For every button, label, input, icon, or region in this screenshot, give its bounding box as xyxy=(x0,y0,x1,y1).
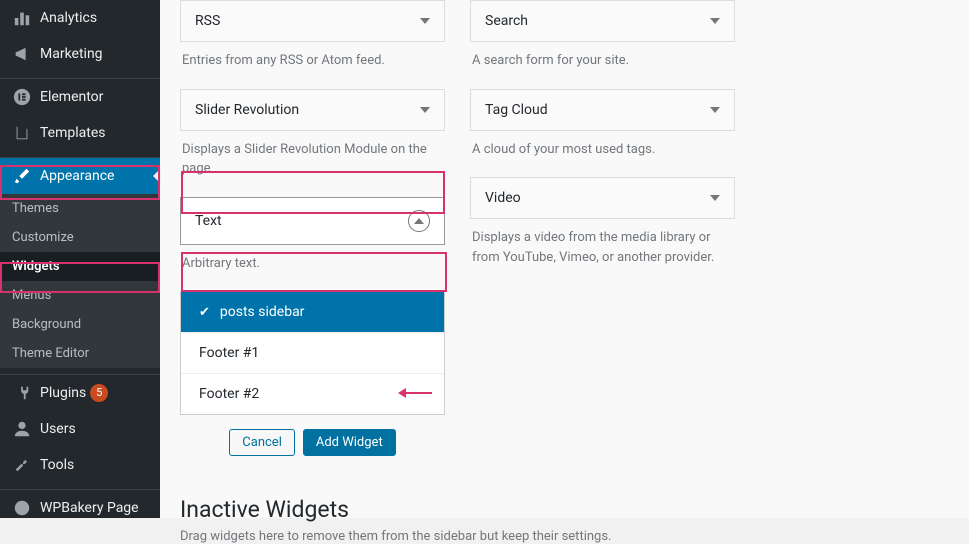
submenu-menus[interactable]: Menus xyxy=(0,281,160,310)
widget-search[interactable]: Search xyxy=(470,0,735,42)
main-content: RSS Entries from any RSS or Atom feed. S… xyxy=(160,0,969,518)
submenu-widgets[interactable]: Widgets xyxy=(0,252,160,281)
submenu-customize[interactable]: Customize xyxy=(0,223,160,252)
cancel-button[interactable]: Cancel xyxy=(229,429,295,456)
chevron-down-icon xyxy=(710,195,720,201)
inactive-widgets-title: Inactive Widgets xyxy=(180,496,949,523)
add-widget-button[interactable]: Add Widget xyxy=(303,429,396,456)
widget-slider-desc: Displays a Slider Revolution Module on t… xyxy=(180,131,445,197)
templates-icon xyxy=(12,123,32,143)
submenu-themes[interactable]: Themes xyxy=(0,194,160,223)
sidebar-item-label: Plugins xyxy=(40,385,86,401)
sidebar-item-elementor[interactable]: Elementor xyxy=(0,78,160,115)
sidebar-item-label: Marketing xyxy=(40,46,103,62)
sidebar-item-label: WPBakery Page xyxy=(40,500,139,516)
tools-icon xyxy=(12,455,32,475)
plugins-icon xyxy=(12,383,32,403)
sidebar-item-tools[interactable]: Tools xyxy=(0,447,160,483)
megaphone-icon xyxy=(12,44,32,64)
area-posts-sidebar[interactable]: posts sidebar xyxy=(181,292,444,332)
sidebar-item-label: Analytics xyxy=(40,10,97,26)
wpbakery-icon xyxy=(12,498,32,518)
area-footer-1[interactable]: Footer #1 xyxy=(181,332,444,373)
sidebar-item-label: Templates xyxy=(40,125,106,141)
sidebar-item-label: Users xyxy=(40,421,76,437)
widget-tag-cloud[interactable]: Tag Cloud xyxy=(470,89,735,131)
sidebar-item-label: Tools xyxy=(40,457,74,473)
widget-slider-revolution[interactable]: Slider Revolution xyxy=(180,89,445,131)
widget-tagcloud-desc: A cloud of your most used tags. xyxy=(470,131,735,178)
chevron-down-icon xyxy=(710,107,720,113)
widget-actions: Cancel Add Widget xyxy=(180,429,445,456)
brush-icon xyxy=(12,166,32,186)
sidebar-item-templates[interactable]: Templates xyxy=(0,115,160,151)
sidebar-item-appearance[interactable]: Appearance xyxy=(0,157,160,194)
submenu-background[interactable]: Background xyxy=(0,310,160,339)
admin-sidebar: Analytics Marketing Elementor Templates … xyxy=(0,0,160,518)
widget-text-desc: Arbitrary text. xyxy=(180,245,445,292)
chevron-down-icon xyxy=(420,18,430,24)
elementor-icon xyxy=(12,87,32,107)
appearance-submenu: Themes Customize Widgets Menus Backgroun… xyxy=(0,194,160,368)
sidebar-item-wpbakery[interactable]: WPBakery Page xyxy=(0,489,160,526)
submenu-theme-editor[interactable]: Theme Editor xyxy=(0,339,160,368)
chevron-up-icon xyxy=(408,210,430,232)
plugins-badge: 5 xyxy=(90,384,108,402)
widget-video[interactable]: Video xyxy=(470,177,735,219)
highlight-arrow xyxy=(398,388,432,398)
widget-rss[interactable]: RSS xyxy=(180,0,445,42)
analytics-icon xyxy=(12,8,32,28)
widget-search-desc: A search form for your site. xyxy=(470,42,735,89)
sidebar-item-label: Appearance xyxy=(40,168,114,184)
sidebar-item-users[interactable]: Users xyxy=(0,411,160,447)
sidebar-item-label: Elementor xyxy=(40,89,103,105)
sidebar-item-analytics[interactable]: Analytics xyxy=(0,0,160,36)
sidebar-item-marketing[interactable]: Marketing xyxy=(0,36,160,72)
users-icon xyxy=(12,419,32,439)
widget-rss-desc: Entries from any RSS or Atom feed. xyxy=(180,42,445,89)
chevron-down-icon xyxy=(420,107,430,113)
widget-video-desc: Displays a video from the media library … xyxy=(470,219,735,285)
chevron-down-icon xyxy=(710,18,720,24)
widget-col-right: Search A search form for your site. Tag … xyxy=(470,0,735,456)
sidebar-item-plugins[interactable]: Plugins 5 xyxy=(0,374,160,411)
widget-text[interactable]: Text xyxy=(180,197,445,245)
inactive-widgets-desc: Drag widgets here to remove them from th… xyxy=(180,529,949,544)
